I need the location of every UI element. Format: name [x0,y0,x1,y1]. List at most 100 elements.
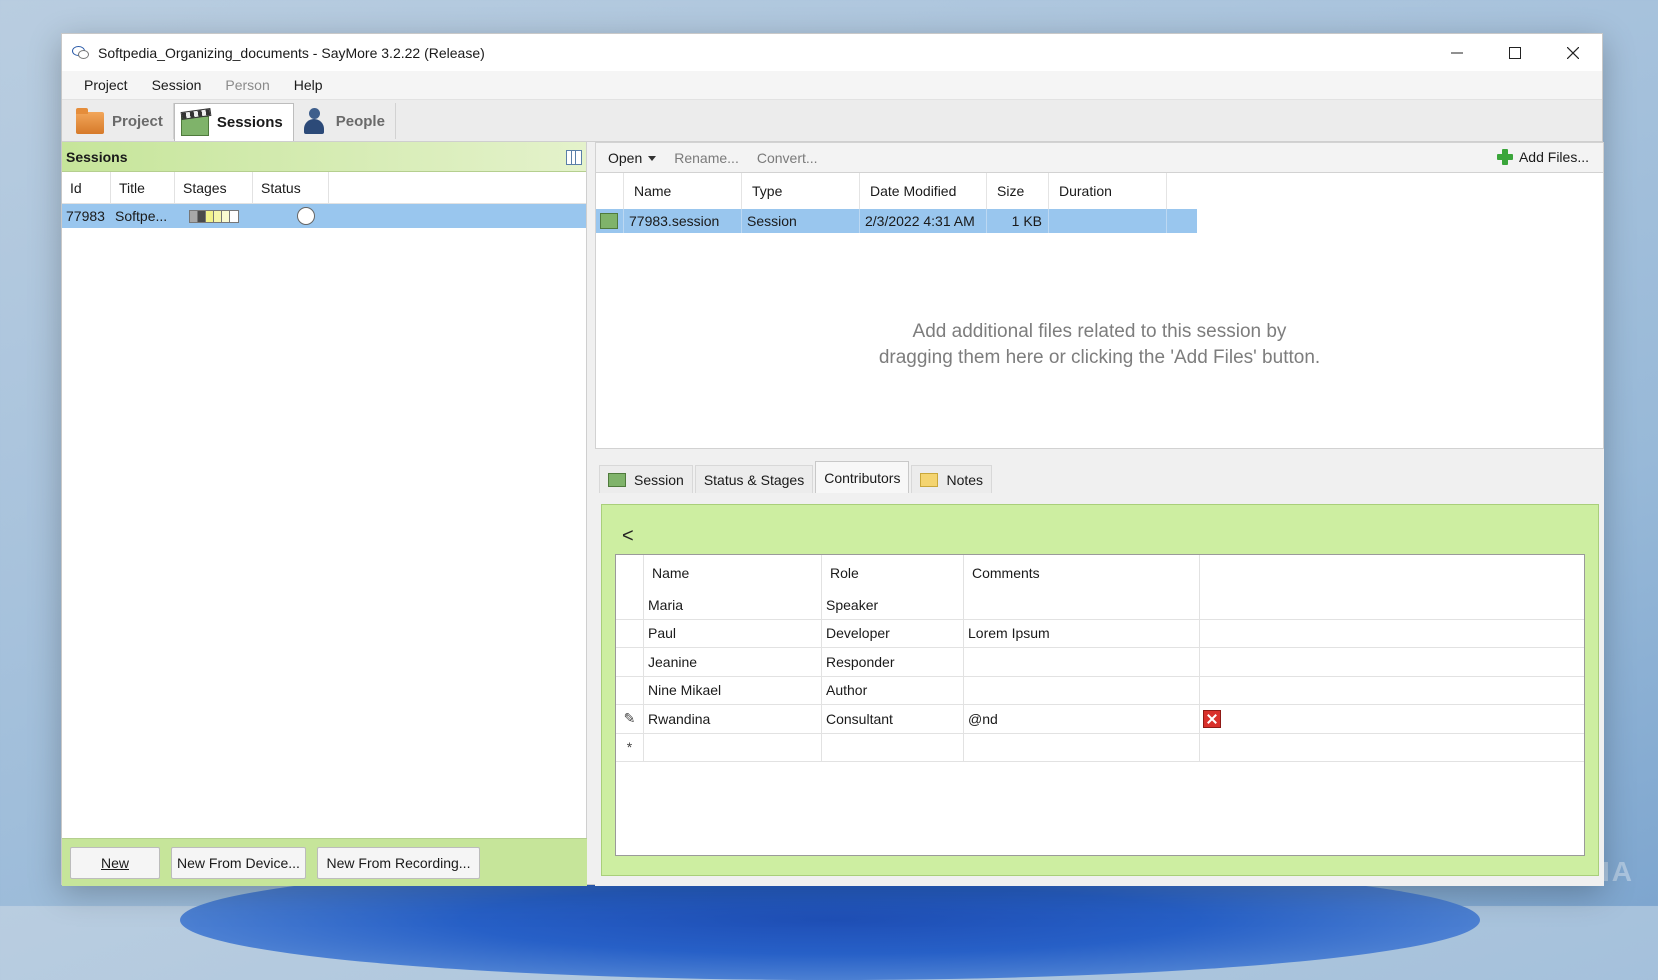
rename-button[interactable]: Rename... [674,150,739,166]
sessions-panel: Sessions Id Title Stages Status 77983 So… [62,142,587,886]
new-session-button[interactable]: New [70,846,160,879]
menu-person[interactable]: Person [213,77,281,93]
chevron-down-icon [648,156,657,162]
tab-notes[interactable]: Notes [911,465,993,493]
delete-row-icon[interactable] [1203,710,1221,728]
contributor-role[interactable]: Author [822,676,964,704]
file-row-icon [596,209,624,233]
contributor-comments[interactable] [964,648,1200,676]
tab-session[interactable]: Session [599,465,693,493]
contributor-name[interactable]: Paul [644,619,822,647]
col-stages[interactable]: Stages [175,171,253,204]
contributors-header: Name Role Comments [616,555,1584,591]
col-file-type[interactable]: Type [742,173,860,209]
person-icon [300,108,328,134]
file-size: 1 KB [987,209,1049,233]
contributor-name[interactable]: Maria [644,591,822,619]
contributor-comments[interactable]: @nd [964,705,1200,733]
file-type: Session [742,209,860,233]
new-from-device-label: New From Device... [177,854,300,871]
stage-segment [222,210,230,222]
pencil-icon: ✎ [616,705,644,733]
col-contributor-name[interactable]: Name [644,555,822,591]
file-list[interactable]: Name Type Date Modified Size Duration 77… [595,173,1604,449]
row-marker [616,591,644,619]
convert-button[interactable]: Convert... [757,150,818,166]
drop-hint-line1: Add additional files related to this ses… [912,321,1287,342]
contributor-row[interactable]: Paul Developer Lorem Ipsum [616,619,1584,648]
contributor-row[interactable]: Jeanine Responder [616,648,1584,677]
contributor-row[interactable]: Maria Speaker [616,591,1584,620]
minimize-button[interactable] [1428,34,1486,71]
tab-people[interactable]: People [294,103,396,139]
new-from-device-button[interactable]: New From Device... [171,846,306,879]
file-icon-col [596,173,624,209]
col-status[interactable]: Status [253,171,329,204]
tab-sessions[interactable]: Sessions [173,103,294,141]
col-contributor-role[interactable]: Role [822,555,964,591]
back-arrow-button[interactable]: < [622,525,634,548]
drop-hint: Add additional files related to this ses… [596,319,1603,371]
contributor-row-editing[interactable]: ✎ Rwandina Consultant @nd [616,705,1584,734]
stage-segment [214,210,222,222]
contributor-comments[interactable] [964,733,1200,761]
session-row[interactable]: 77983 Softpe... [62,204,586,228]
file-date: 2/3/2022 4:31 AM [860,209,987,233]
tab-contributors-label: Contributors [824,469,901,486]
menu-session[interactable]: Session [140,77,214,93]
app-window: Softpedia_Organizing_documents - SayMore… [61,33,1604,886]
contributor-name[interactable] [644,733,822,761]
stage-segment [190,210,198,222]
row-marker [616,676,644,704]
col-size[interactable]: Size [987,173,1049,209]
tab-contributors[interactable]: Contributors [815,461,910,493]
close-icon [1567,46,1579,59]
open-menu-button[interactable]: Open [608,150,657,166]
contributor-name[interactable]: Nine Mikael [644,676,822,704]
new-from-recording-button[interactable]: New From Recording... [317,846,480,879]
new-session-label: New [100,854,129,871]
contributor-role[interactable]: Consultant [822,705,964,733]
contributor-comments[interactable]: Lorem Ipsum [964,619,1200,647]
contributor-comments[interactable] [964,676,1200,704]
menu-project[interactable]: Project [72,77,140,93]
drop-hint-line2: dragging them here or clicking the 'Add … [878,347,1321,368]
contributor-new-row[interactable]: * [616,733,1584,762]
contributor-name[interactable]: Jeanine [644,648,822,676]
main-tab-bar: Project Sessions People [62,100,1602,142]
file-name: 77983.session [624,209,742,233]
contributor-role[interactable]: Developer [822,619,964,647]
contributor-role[interactable]: Responder [822,648,964,676]
column-chooser-icon[interactable] [566,150,582,165]
contributor-name[interactable]: Rwandina [644,705,822,733]
col-date-modified[interactable]: Date Modified [860,173,987,209]
maximize-icon [1509,46,1521,59]
tab-status-stages[interactable]: Status & Stages [694,465,814,493]
close-button[interactable] [1544,34,1602,71]
tab-notes-label: Notes [946,471,984,488]
tab-project[interactable]: Project [70,103,174,139]
title-bar[interactable]: Softpedia_Organizing_documents - SayMore… [62,34,1602,71]
contributor-comments[interactable] [964,591,1200,619]
saymore-app-icon [72,44,90,62]
new-row-asterisk: * [616,733,644,761]
contributor-row[interactable]: Nine Mikael Author [616,676,1584,705]
col-contributor-comments[interactable]: Comments [964,555,1200,591]
row-marker [616,619,644,647]
stage-segment [198,210,206,222]
col-file-name[interactable]: Name [624,173,742,209]
maximize-button[interactable] [1486,34,1544,71]
detail-tab-bar: Session Status & Stages Contributors Not… [595,457,1604,493]
new-from-recording-label: New From Recording... [326,854,471,871]
col-duration[interactable]: Duration [1049,173,1167,209]
tab-session-label: Session [634,471,684,488]
col-id[interactable]: Id [62,171,111,204]
contributor-role[interactable] [822,733,964,761]
col-title[interactable]: Title [111,171,175,204]
add-files-button[interactable]: Add Files... [1496,149,1589,165]
file-list-header: Name Type Date Modified Size Duration [596,173,1603,209]
session-id: 77983 [66,208,105,224]
menu-help[interactable]: Help [282,77,335,93]
contributor-role[interactable]: Speaker [822,591,964,619]
file-row[interactable]: 77983.session Session 2/3/2022 4:31 AM 1… [596,209,1197,233]
